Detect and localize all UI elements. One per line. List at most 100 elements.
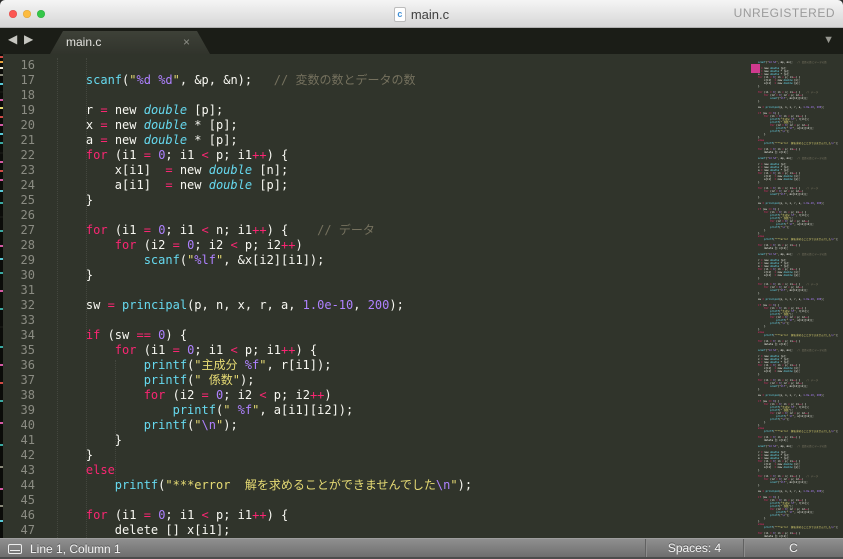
code-line[interactable]: 24 a[i1] = new double [p]; [0,178,472,193]
edge-mark [0,272,3,274]
title-group: c main.c [0,0,843,28]
title-bar: c main.c UNREGISTERED [0,0,843,28]
code-line[interactable]: 20 x = new double * [p]; [0,118,472,133]
edge-mark [0,505,3,507]
code-line[interactable]: 21 a = new double * [p]; [0,133,472,148]
edge-mark [0,161,3,163]
code-text: printf(" 係数"); [143,373,255,387]
editor-pane[interactable]: 16 17 scanf("%d %d", &p, &n); // 変数の数とデータ… [0,54,843,538]
code-text: a = new double * [p]; [57,133,238,147]
code-line[interactable]: 22 for (i1 = 0; i1 < p; i1++) { [0,148,472,163]
code-text: printf("***error 解を求めることができませんでした\n"); [114,478,473,492]
edge-mark [0,99,3,101]
edge-mark [0,107,3,109]
code-line[interactable]: 46 for (i1 = 0; i1 < p; i1++) { [0,508,472,523]
code-text: scanf("%d %d", &p, &n); // 変数の数とデータの数 [85,73,416,87]
edge-mark [0,230,3,232]
code-line[interactable]: 19 r = new double [p]; [0,103,472,118]
code-line[interactable]: 45 [0,493,472,508]
code-line[interactable]: 26 [0,208,472,223]
syntax-setting[interactable]: C [743,539,843,557]
edge-mark [0,142,3,144]
line-number: 31 [20,283,35,297]
code-line[interactable]: 42 } [0,448,472,463]
code-line[interactable]: 41 } [0,433,472,448]
code-text: } [57,448,94,462]
edge-mark [0,91,3,93]
code-lines: 16 17 scanf("%d %d", &p, &n); // 変数の数とデータ… [0,58,473,538]
edge-marker-strip [0,54,3,538]
tab-main-c[interactable]: main.c × [50,31,210,54]
code-line[interactable]: 39 printf(" %f", a[i1][i2]); [0,403,472,418]
line-number: 19 [20,103,35,117]
line-number: 35 [20,343,35,357]
edge-mark [0,346,3,348]
code-text: for (i2 = 0; i2 < p; i2++) [114,238,303,252]
line-number: 20 [20,118,35,132]
edge-mark [0,466,3,468]
code-line[interactable]: 16 [0,58,472,73]
document-icon: c [393,6,406,22]
tab-overflow-icon[interactable]: ▼ [823,34,834,46]
line-number: 37 [20,373,35,387]
code-text: for (i1 = 0; i1 < p; i1++) { [114,343,318,357]
code-line[interactable]: 32 sw = principal(p, n, x, r, a, 1.0e-10… [0,298,472,313]
syntax-setting-label: C [789,541,798,555]
code-line[interactable]: 25 } [0,193,472,208]
code-line[interactable]: 37 printf(" 係数"); [0,373,472,388]
code-line[interactable]: 40 printf("\n"); [0,418,472,433]
code-text: printf("\n"); [143,418,238,432]
line-number: 17 [20,73,35,87]
line-number: 33 [20,313,35,327]
window-title: main.c [410,6,450,22]
indent-setting[interactable]: Spaces: 4 [645,539,743,557]
edge-mark [0,422,3,424]
code-line[interactable]: 31 [0,283,472,298]
minimap[interactable]: scanf("%d %d", &p, &n); // 変数の数とデータの数 r … [746,54,843,538]
code-line[interactable]: 18 [0,88,472,103]
line-number: 38 [20,388,35,402]
code-line[interactable]: 28 for (i2 = 0; i2 < p; i2++) [0,238,472,253]
line-number: 23 [20,163,35,177]
code-line[interactable]: 38 for (i2 = 0; i2 < p; i2++) [0,388,472,403]
status-bar: Line 1, Column 1 Spaces: 4 C [0,538,843,559]
code-line[interactable]: 47 delete [] x[i1]; [0,523,472,538]
code-line[interactable]: 27 for (i1 = 0; i1 < n; i1++) { // データ [0,223,472,238]
panel-toggle-icon[interactable] [8,544,22,554]
code-line[interactable]: 30 } [0,268,472,283]
tab-close-icon[interactable]: × [183,35,190,49]
edge-mark [0,67,3,69]
edge-mark [0,326,3,328]
edge-mark [0,520,3,522]
code-text: x[i1] = new double [n]; [57,163,289,177]
code-line[interactable]: 34 if (sw == 0) { [0,328,472,343]
code-line[interactable]: 29 scanf("%lf", &x[i2][i1]); [0,253,472,268]
line-number: 41 [20,433,35,447]
code-text: sw = principal(p, n, x, r, a, 1.0e-10, 2… [57,298,404,312]
code-line[interactable]: 36 printf("主成分 %f", r[i1]); [0,358,472,373]
code-text: a[i1] = new double [p]; [57,178,289,192]
code-line[interactable]: 44 printf("***error 解を求めることができませんでした\n")… [0,478,473,493]
code-line[interactable]: 35 for (i1 = 0; i1 < p; i1++) { [0,343,472,358]
edge-mark [0,202,3,204]
code-line[interactable]: 23 x[i1] = new double [n]; [0,163,472,178]
code-line[interactable]: 33 [0,313,472,328]
code-line[interactable]: 17 scanf("%d %d", &p, &n); // 変数の数とデータの数 [0,73,472,88]
code-text: printf("主成分 %f", r[i1]); [143,358,332,372]
line-number: 36 [20,358,35,372]
edge-mark [0,308,3,310]
code-text: for (i1 = 0; i1 < p; i1++) { [85,148,289,162]
edge-mark [0,133,3,135]
code-line[interactable]: 43 else [0,463,472,478]
line-number: 42 [20,448,35,462]
edge-mark [0,382,3,384]
line-number: 47 [20,523,35,537]
nav-forward-icon[interactable]: ▶ [24,32,33,46]
edge-mark [0,74,3,76]
nav-back-icon[interactable]: ◀ [8,32,17,46]
code-text: else [85,463,115,477]
edge-mark [0,152,3,154]
line-number: 29 [20,253,35,267]
edge-mark [0,170,3,172]
line-number: 16 [20,58,35,72]
